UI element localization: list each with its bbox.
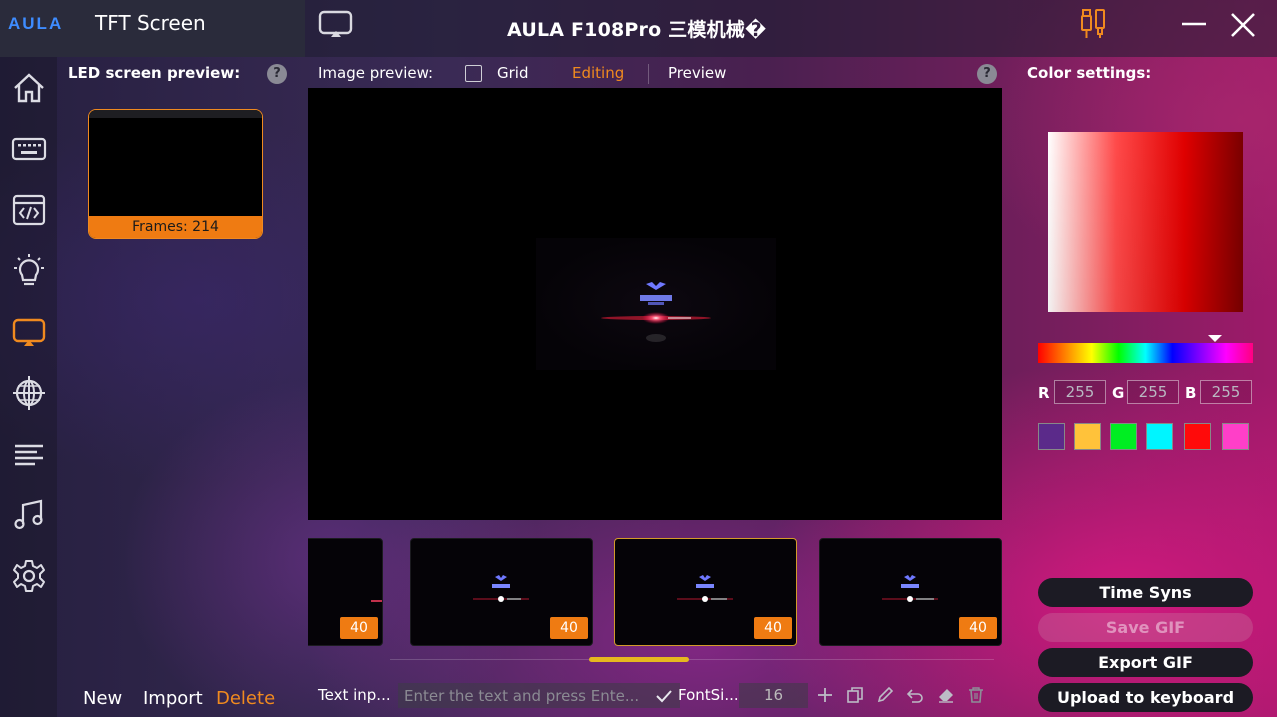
grid-label[interactable]: Grid: [497, 64, 528, 82]
hue-slider[interactable]: [1038, 343, 1253, 363]
home-icon: [14, 73, 44, 103]
thumbnail-scroll-track[interactable]: [390, 659, 994, 660]
sidebar-item-network[interactable]: [6, 370, 52, 416]
time-sync-button[interactable]: Time Syns: [1038, 578, 1253, 607]
frame-image: [536, 238, 776, 370]
copy-icon[interactable]: [846, 686, 864, 704]
led-preview-title: LED screen preview:: [68, 64, 241, 82]
sidebar-item-keyboard[interactable]: [6, 126, 52, 172]
close-button[interactable]: [1226, 8, 1260, 42]
title-bar: [305, 0, 1277, 57]
export-gif-button[interactable]: Export GIF: [1038, 648, 1253, 677]
frame-thumbnail[interactable]: 40: [819, 538, 1002, 646]
lines-icon: [15, 444, 43, 466]
music-icon: [14, 499, 43, 530]
text-input-label: Text inp...: [318, 686, 391, 704]
help-icon[interactable]: ?: [977, 64, 997, 84]
frame-duration-badge: 40: [340, 617, 378, 639]
trash-icon[interactable]: [967, 686, 985, 704]
check-icon[interactable]: [655, 688, 673, 704]
hue-slider-handle[interactable]: [1208, 335, 1222, 342]
blue-label: B: [1185, 384, 1197, 402]
upload-to-keyboard-button[interactable]: Upload to keyboard: [1038, 683, 1253, 712]
tab-editing[interactable]: Editing: [572, 64, 624, 82]
red-input[interactable]: 255: [1054, 380, 1106, 404]
bulb-icon: [14, 254, 44, 286]
color-swatch-cyan[interactable]: [1146, 423, 1173, 450]
sidebar: [0, 57, 57, 717]
new-button[interactable]: New: [83, 688, 122, 709]
font-size-label: FontSi...: [678, 686, 739, 704]
pencil-icon[interactable]: [876, 686, 894, 704]
sidebar-item-tft-screen[interactable]: [6, 309, 52, 355]
frame-duration-badge: 40: [550, 617, 588, 639]
eraser-icon[interactable]: [937, 686, 955, 704]
usb-connection-icon: [1081, 9, 1105, 38]
tab-preview[interactable]: Preview: [668, 64, 726, 82]
color-swatch-green[interactable]: [1110, 423, 1137, 450]
sidebar-item-music[interactable]: [6, 492, 52, 538]
panel-title: TFT Screen: [95, 11, 206, 35]
image-preview-label: Image preview:: [318, 64, 434, 82]
help-icon[interactable]: ?: [267, 64, 287, 84]
import-button[interactable]: Import: [143, 688, 203, 709]
led-preview-card[interactable]: Frames: 214: [88, 109, 263, 239]
frames-count: Frames: 214: [89, 216, 262, 238]
grid-checkbox[interactable]: [465, 65, 482, 82]
green-label: G: [1112, 384, 1125, 402]
color-settings-title: Color settings:: [1027, 64, 1152, 82]
color-swatch-pink[interactable]: [1222, 423, 1249, 450]
screen-cast-icon: [12, 318, 46, 346]
app-title: AULA F108Pro 三模机械�: [507, 19, 767, 41]
color-swatch-red[interactable]: [1184, 423, 1211, 450]
plus-icon[interactable]: [816, 686, 834, 704]
sidebar-item-home[interactable]: [6, 65, 52, 111]
preview-topline: [89, 110, 262, 118]
blue-input[interactable]: 255: [1200, 380, 1252, 404]
font-size-input[interactable]: 16: [739, 683, 808, 708]
undo-icon[interactable]: [906, 686, 924, 704]
sidebar-item-lighting[interactable]: [6, 248, 52, 294]
delete-button[interactable]: Delete: [216, 688, 275, 709]
sidebar-item-settings[interactable]: [6, 553, 52, 599]
tab-divider: [648, 64, 649, 84]
gear-icon: [13, 560, 45, 592]
thumbnail-scroll-thumb[interactable]: [589, 657, 689, 662]
code-window-icon: [12, 194, 46, 226]
text-input[interactable]: [398, 683, 680, 708]
color-saturation-picker[interactable]: [1048, 132, 1243, 312]
minimize-button[interactable]: [1178, 8, 1210, 40]
red-label: R: [1038, 384, 1050, 402]
color-swatch-purple[interactable]: [1038, 423, 1065, 450]
frame-duration-badge: 40: [959, 617, 997, 639]
frame-thumbnail[interactable]: 40: [410, 538, 593, 646]
aula-flare-graphic: [601, 282, 711, 342]
screen-cast-icon[interactable]: [318, 10, 354, 40]
sidebar-item-list[interactable]: [6, 431, 52, 477]
frame-duration-badge: 40: [754, 617, 792, 639]
sidebar-item-macro[interactable]: [6, 187, 52, 233]
globe-icon: [13, 376, 45, 410]
green-input[interactable]: 255: [1127, 380, 1179, 404]
color-swatch-yellow[interactable]: [1074, 423, 1101, 450]
frame-thumbnail-selected[interactable]: 40: [614, 538, 797, 646]
brand-logo: AULA: [8, 14, 64, 33]
frame-thumbnail[interactable]: 40: [308, 538, 383, 646]
save-gif-button[interactable]: Save GIF: [1038, 613, 1253, 642]
image-canvas[interactable]: [308, 88, 1002, 520]
frame-thumbnail-strip[interactable]: 40 40 40 40: [308, 530, 1002, 652]
keyboard-icon: [11, 137, 47, 161]
